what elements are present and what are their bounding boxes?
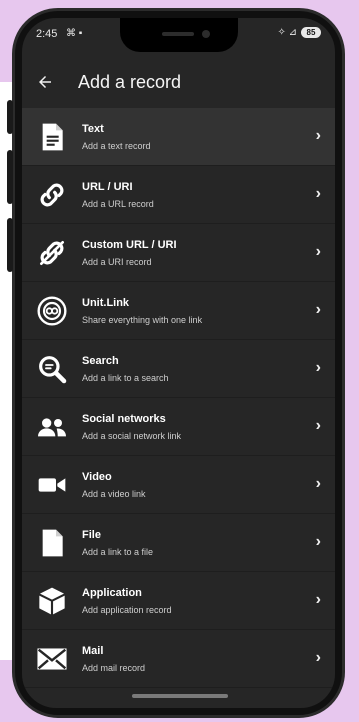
battery-icon: 85 <box>301 27 321 38</box>
back-button[interactable] <box>28 65 62 99</box>
unit-link-icon <box>32 291 72 331</box>
record-item-file[interactable]: File Add a link to a file › <box>22 514 335 572</box>
custom-link-icon <box>32 233 72 273</box>
record-subtitle: Add a link to a search <box>82 372 169 383</box>
phone-volume-up-button <box>7 150 13 204</box>
record-subtitle: Add a URI record <box>82 256 152 267</box>
phone-volume-down-button <box>7 218 13 272</box>
record-type-list: Text Add a text record › URL / URI Add a… <box>22 108 335 688</box>
status-notification-icons: ⌘ ▪ <box>66 28 83 39</box>
search-icon <box>32 349 72 389</box>
camera-notch <box>120 18 238 52</box>
record-item-social-networks[interactable]: Social networks Add a social network lin… <box>22 398 335 456</box>
chevron-right-icon: › <box>315 359 321 376</box>
page-title: Add a record <box>78 71 182 92</box>
record-title: Search <box>82 354 119 367</box>
record-subtitle: Add a link to a file <box>82 546 154 557</box>
app-screen: 2:45 ⌘ ▪ ✧ ⊿ 85 Add a record Text Add a … <box>22 18 335 708</box>
record-item-text[interactable]: Text Add a text record › <box>22 108 335 166</box>
file-icon <box>32 523 72 563</box>
chevron-right-icon: › <box>315 533 321 550</box>
record-title: Mail <box>82 644 104 657</box>
record-title: Text <box>82 122 104 135</box>
document-icon <box>32 117 72 157</box>
record-item-application[interactable]: Application Add application record › <box>22 572 335 630</box>
wifi-signal-icon: ✧ ⊿ <box>277 27 297 38</box>
chevron-right-icon: › <box>315 301 321 318</box>
chevron-right-icon: › <box>315 127 321 144</box>
cube-icon <box>32 581 72 621</box>
record-subtitle: Add a social network link <box>82 430 182 441</box>
record-subtitle: Add a text record <box>82 140 151 151</box>
record-title: File <box>82 528 101 541</box>
chevron-right-icon: › <box>315 475 321 492</box>
record-title: Video <box>82 470 112 483</box>
arrow-left-icon <box>39 76 51 88</box>
record-title: Unit.Link <box>82 296 130 309</box>
record-item-custom-url[interactable]: Custom URL / URI Add a URI record › <box>22 224 335 282</box>
status-right-icons: ✧ ⊿ 85 <box>277 27 321 38</box>
record-title: Application <box>82 586 142 599</box>
chevron-right-icon: › <box>315 185 321 202</box>
record-item-search[interactable]: Search Add a link to a search › <box>22 340 335 398</box>
record-subtitle: Share everything with one link <box>82 314 203 325</box>
speaker-slot <box>162 32 194 36</box>
link-icon <box>32 175 72 215</box>
chevron-right-icon: › <box>315 417 321 434</box>
record-item-unit-link[interactable]: Unit.Link Share everything with one link… <box>22 282 335 340</box>
phone-side-button <box>7 100 13 134</box>
chevron-right-icon: › <box>315 243 321 260</box>
home-indicator[interactable] <box>132 694 228 698</box>
status-time: 2:45 <box>36 28 58 40</box>
front-camera <box>202 30 210 38</box>
record-subtitle: Add a URL record <box>82 198 154 209</box>
record-subtitle: Add application record <box>82 604 172 615</box>
record-subtitle: Add mail record <box>82 662 146 673</box>
people-icon <box>32 407 72 447</box>
record-title: Social networks <box>82 412 166 425</box>
app-bar: Add a record <box>22 60 335 104</box>
record-item-url[interactable]: URL / URI Add a URL record › <box>22 166 335 224</box>
record-title: Custom URL / URI <box>82 238 177 251</box>
envelope-icon <box>32 639 72 679</box>
record-subtitle: Add a video link <box>82 488 146 499</box>
video-camera-icon <box>32 465 72 505</box>
chevron-right-icon: › <box>315 649 321 666</box>
chevron-right-icon: › <box>315 591 321 608</box>
record-item-mail[interactable]: Mail Add mail record › <box>22 630 335 688</box>
record-item-video[interactable]: Video Add a video link › <box>22 456 335 514</box>
record-title: URL / URI <box>82 180 133 193</box>
